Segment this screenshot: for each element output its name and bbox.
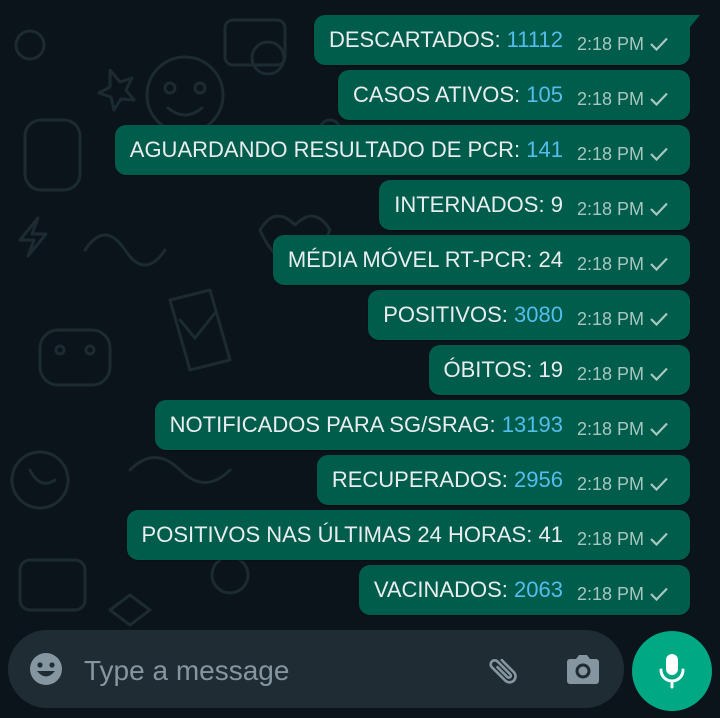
message-text: MÉDIA MÓVEL RT-PCR: 24 [287,247,563,272]
sent-check-icon [650,422,668,436]
microphone-icon [659,654,685,689]
message-bubble[interactable]: RECUPERADOS: 2956 2:18 PM [316,455,690,505]
sent-check-icon [650,92,668,106]
sent-check-icon [650,37,668,51]
message-text: AGUARDANDO RESULTADO DE PCR: 141 [129,137,563,162]
sent-check-icon [650,202,668,216]
message-bubble[interactable]: INTERNADOS: 9 2:18 PM [379,180,690,230]
message-input[interactable] [82,648,466,694]
message-text: RECUPERADOS: 2956 [331,467,563,492]
sent-check-icon [650,477,668,491]
message-value: 3080 [514,302,563,327]
sent-check-icon [650,532,668,546]
paperclip-icon[interactable] [486,650,526,690]
message-value: 41 [538,522,563,547]
message-bubble[interactable]: VACINADOS: 2063 2:18 PM [358,565,690,615]
message-text: ÓBITOS: 19 [443,357,563,382]
message-text: DESCARTADOS: 11112 [329,27,563,52]
smiley-icon[interactable] [28,651,64,687]
message-bubble[interactable]: DESCARTADOS: 11112 2:18 PM [314,15,700,65]
message-text: POSITIVOS NAS ÚLTIMAS 24 HORAS: 41 [141,522,563,547]
message-composer [8,630,624,708]
message-text: NOTIFICADOS PARA SG/SRAG: 13193 [169,412,563,437]
message-value: 19 [538,357,563,382]
message-time: 2:18 PM [576,143,644,164]
message-text: POSITIVOS: 3080 [383,302,563,327]
message-time: 2:18 PM [576,198,644,219]
message-value: 2063 [514,577,563,602]
message-value: 9 [550,192,563,217]
message-time: 2:18 PM [576,528,644,549]
message-bubble[interactable]: POSITIVOS NAS ÚLTIMAS 24 HORAS: 41 2:18 … [126,510,690,560]
message-time: 2:18 PM [576,583,644,604]
message-text: VACINADOS: 2063 [373,577,563,602]
message-time: 2:18 PM [576,253,644,274]
message-time: 2:18 PM [576,473,644,494]
message-time: 2:18 PM [576,363,644,384]
message-time: 2:18 PM [576,88,644,109]
message-bubble[interactable]: POSITIVOS: 3080 2:18 PM [368,290,690,340]
message-bubble[interactable]: CASOS ATIVOS: 105 2:18 PM [338,70,690,120]
sent-check-icon [650,587,668,601]
message-list[interactable]: DESCARTADOS: 11112 2:18 PM CASOS ATIVOS:… [0,0,720,630]
voice-message-button[interactable] [632,631,712,711]
message-time: 2:18 PM [576,418,644,439]
message-value: 24 [538,247,563,272]
message-value: 11112 [506,27,563,52]
message-bubble[interactable]: AGUARDANDO RESULTADO DE PCR: 141 2:18 PM [114,125,690,175]
message-text: CASOS ATIVOS: 105 [353,82,563,107]
sent-check-icon [650,312,668,326]
message-bubble[interactable]: ÓBITOS: 19 2:18 PM [428,345,690,395]
message-bubble[interactable]: MÉDIA MÓVEL RT-PCR: 24 2:18 PM [272,235,690,285]
message-value: 141 [526,137,563,162]
message-text: INTERNADOS: 9 [394,192,563,217]
sent-check-icon [650,147,668,161]
message-value: 2956 [514,467,563,492]
message-time: 2:18 PM [576,308,644,329]
camera-icon[interactable] [563,650,603,690]
message-value: 105 [526,82,563,107]
sent-check-icon [650,367,668,381]
message-bubble[interactable]: NOTIFICADOS PARA SG/SRAG: 13193 2:18 PM [154,400,690,450]
message-time: 2:18 PM [576,33,644,54]
message-value: 13193 [501,412,563,437]
sent-check-icon [650,257,668,271]
